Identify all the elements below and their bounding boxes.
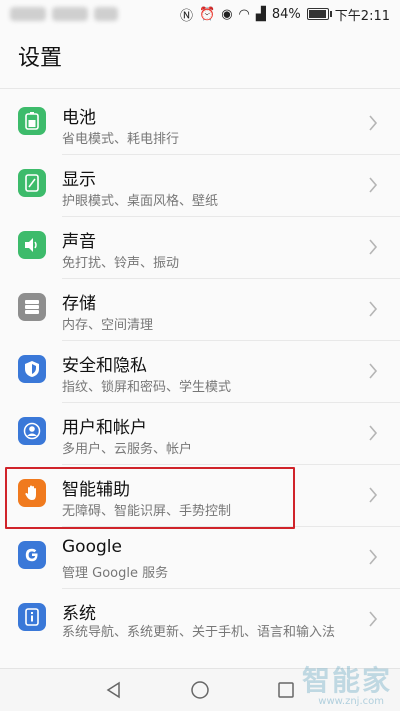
item-subtitle: 免打扰、铃声、振动	[62, 256, 180, 271]
google-icon	[18, 541, 46, 569]
home-button[interactable]	[187, 677, 213, 703]
battery-icon	[18, 107, 46, 135]
settings-item-security-privacy[interactable]: 安全和隐私 指纹、锁屏和密码、学生模式	[0, 341, 400, 403]
chevron-right-icon	[369, 611, 378, 627]
watermark-logo: 智能家	[301, 664, 392, 697]
chevron-right-icon	[369, 301, 378, 317]
settings-item-google[interactable]: Google 管理 Google 服务	[0, 527, 400, 589]
alarm-icon: ⏰	[199, 6, 216, 22]
item-subtitle: 指纹、锁屏和密码、学生模式	[62, 380, 232, 395]
status-bar: Ⓝ ⏰ ◉ ◠ ▟ 84% 下午2:11	[0, 0, 400, 28]
settings-item-storage[interactable]: 存储 内存、空间清理	[0, 279, 400, 341]
item-title: 显示	[62, 170, 96, 190]
eye-comfort-icon: ◉	[221, 6, 233, 22]
blurred-notification-icon	[52, 7, 88, 21]
settings-item-system[interactable]: 系统 系统导航、系统更新、关于手机、语言和输入法	[0, 589, 400, 659]
chevron-right-icon	[369, 549, 378, 565]
chevron-right-icon	[369, 425, 378, 441]
divider	[0, 88, 400, 89]
home-circle-icon	[191, 681, 209, 699]
item-subtitle: 系统导航、系统更新、关于手机、语言和输入法	[62, 625, 336, 640]
highlight-box	[5, 467, 295, 529]
item-title: 用户和帐户	[62, 418, 147, 438]
page-title: 设置	[18, 46, 63, 71]
status-right: Ⓝ ⏰ ◉ ◠ ▟ 84% 下午2:11	[180, 5, 390, 24]
settings-item-display[interactable]: 显示 护眼模式、桌面风格、壁纸	[0, 155, 400, 217]
nfc-icon: Ⓝ	[180, 8, 194, 24]
back-triangle-icon	[106, 681, 120, 699]
recents-button[interactable]	[273, 677, 299, 703]
blurred-notification-icon	[94, 7, 118, 21]
user-icon	[18, 417, 46, 445]
settings-item-battery[interactable]: 电池 省电模式、耗电排行	[0, 93, 400, 155]
back-button[interactable]	[101, 677, 127, 703]
settings-list: 电池 省电模式、耗电排行 显示 护眼模式、桌面风格、壁纸 声音 免打扰、铃声、振…	[0, 93, 400, 659]
chevron-right-icon	[369, 363, 378, 379]
chevron-right-icon	[369, 177, 378, 193]
item-subtitle: 省电模式、耗电排行	[62, 132, 180, 147]
signal-icon: ▟	[255, 6, 266, 22]
item-title: 声音	[62, 232, 96, 252]
item-title: 存储	[62, 294, 96, 314]
watermark-url: www.znj.com	[318, 696, 384, 707]
wifi-icon: ◠	[238, 6, 250, 22]
display-icon	[18, 169, 46, 197]
blurred-notification-icon	[10, 7, 46, 21]
speaker-icon	[18, 231, 46, 259]
clock: 下午2:11	[334, 8, 390, 24]
battery-percent: 84%	[271, 6, 301, 22]
status-left	[10, 7, 118, 21]
battery-icon	[306, 8, 332, 20]
recents-square-icon	[278, 682, 294, 698]
item-title: 电池	[62, 108, 96, 128]
item-subtitle: 多用户、云服务、帐户	[62, 442, 193, 457]
item-subtitle: 护眼模式、桌面风格、壁纸	[62, 194, 219, 209]
chevron-right-icon	[369, 239, 378, 255]
item-subtitle: 管理 Google 服务	[62, 566, 169, 581]
settings-item-users-accounts[interactable]: 用户和帐户 多用户、云服务、帐户	[0, 403, 400, 465]
chevron-right-icon	[369, 487, 378, 503]
item-title: 系统	[62, 604, 96, 624]
settings-item-sound[interactable]: 声音 免打扰、铃声、振动	[0, 217, 400, 279]
item-title: Google	[62, 537, 122, 557]
shield-icon	[18, 355, 46, 383]
storage-icon	[18, 293, 46, 321]
system-info-icon	[18, 603, 46, 631]
item-title: 安全和隐私	[62, 356, 147, 376]
chevron-right-icon	[369, 115, 378, 131]
item-subtitle: 内存、空间清理	[62, 318, 154, 333]
